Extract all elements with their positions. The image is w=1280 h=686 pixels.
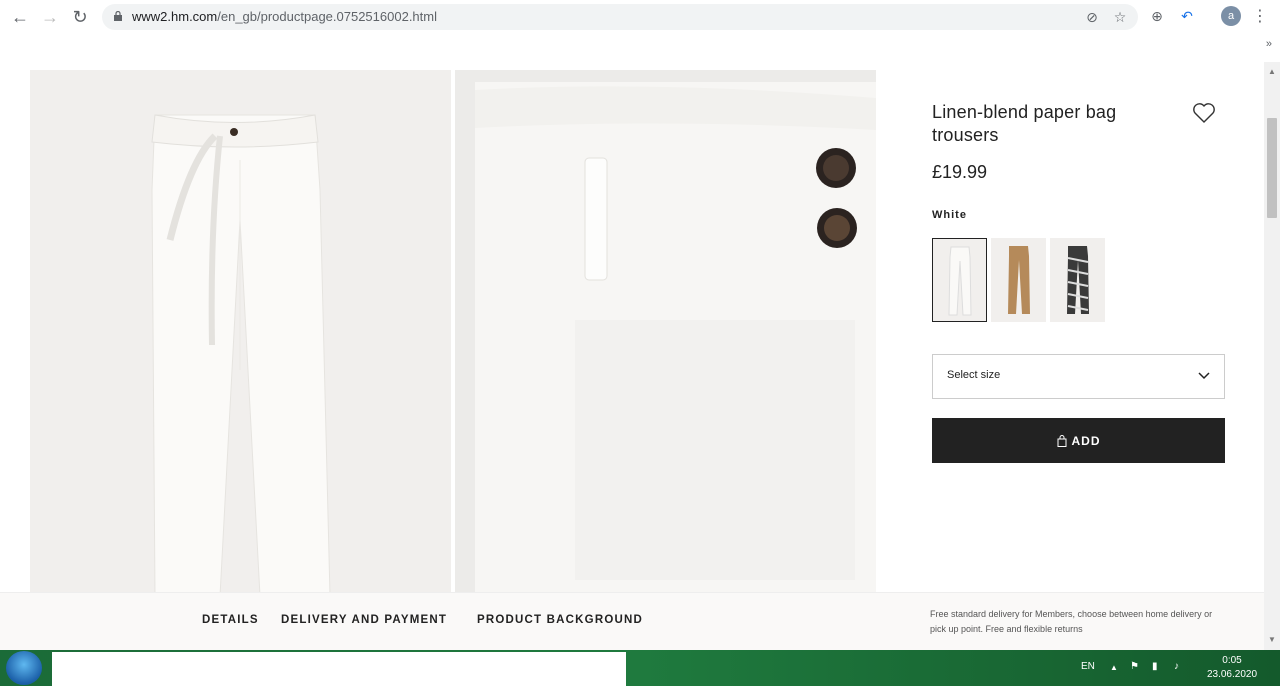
taskbar-window-preview[interactable]	[52, 652, 626, 686]
tab-product-background[interactable]: PRODUCT BACKGROUND	[477, 614, 643, 626]
tab-delivery-and-payment[interactable]: DELIVERY AND PAYMENT	[281, 614, 447, 626]
size-select[interactable]: Select size	[932, 354, 1225, 399]
scroll-up-icon[interactable]: ▲	[1268, 68, 1276, 76]
swatch-white-thumb	[948, 246, 972, 316]
back-icon[interactable]: ←	[9, 6, 31, 28]
clock-date: 23.06.2020	[1206, 669, 1258, 680]
flag-icon[interactable]: ⚑	[1130, 661, 1139, 672]
waistband-detail-illustration	[475, 82, 876, 596]
swatch-white[interactable]	[932, 238, 987, 322]
url-text[interactable]: www2.hm.com/en_gb/productpage.0752516002…	[132, 4, 437, 30]
lock-icon	[114, 11, 122, 21]
add-button-label: ADD	[1071, 433, 1101, 448]
product-image-front[interactable]	[30, 70, 451, 596]
avatar-letter: a	[1227, 10, 1235, 22]
language-indicator[interactable]: EN	[1081, 661, 1095, 672]
swatch-zebra-thumb	[1067, 246, 1089, 314]
delivery-note: Free standard delivery for Members, choo…	[930, 609, 1213, 634]
start-button[interactable]	[6, 651, 42, 685]
swatch-beige[interactable]	[991, 238, 1046, 322]
avatar[interactable]: a	[1221, 6, 1241, 26]
star-icon[interactable]: ☆	[1112, 9, 1128, 25]
signal-icon[interactable]: ▮	[1152, 661, 1158, 672]
clock[interactable]: 0:05 23.06.2020	[1200, 654, 1264, 682]
browser-toolbar: ← → ↻ www2.hm.com/en_gb/productpage.0752…	[0, 0, 1280, 34]
selected-color-name: White	[932, 209, 967, 221]
product-title: Linen-blend paper bag trousers	[932, 102, 1117, 145]
size-select-label: Select size	[947, 369, 1001, 381]
taskbar: EN ▲ ⚑ ▮ ♪ 0:05 23.06.2020	[0, 650, 1280, 686]
tab-details[interactable]: DETAILS	[202, 614, 259, 626]
trousers-illustration	[151, 114, 331, 596]
translate-icon[interactable]: ⊘	[1084, 9, 1100, 25]
product-tabs-bar: DETAILS DELIVERY AND PAYMENT PRODUCT BAC…	[0, 592, 1264, 650]
url-path: /en_gb/productpage.0752516002.html	[217, 9, 437, 24]
scroll-thumb[interactable]	[1267, 118, 1277, 218]
bookmarks-bar: »	[0, 34, 1280, 62]
clock-time: 0:05	[1222, 655, 1242, 666]
heart-icon[interactable]	[1192, 102, 1216, 124]
forward-icon[interactable]: →	[39, 6, 61, 28]
scroll-down-icon[interactable]: ▼	[1268, 636, 1276, 644]
swatch-zebra[interactable]	[1050, 238, 1105, 322]
globe-icon[interactable]: ⊕	[1148, 7, 1166, 25]
chevron-down-icon	[1198, 372, 1210, 380]
page-viewport: Linen-blend paper bag trousers £19.99 Wh…	[0, 62, 1280, 650]
kebab-icon[interactable]: ⋮	[1252, 6, 1268, 28]
swatch-beige-thumb	[1008, 246, 1030, 314]
product-price: £19.99	[932, 162, 988, 182]
volume-icon[interactable]: ♪	[1174, 661, 1179, 672]
color-swatches	[932, 238, 1105, 322]
scrollbar[interactable]: ▲ ▼	[1264, 62, 1280, 650]
double-chevron-icon[interactable]: »	[1266, 38, 1272, 50]
product-page: Linen-blend paper bag trousers £19.99 Wh…	[0, 62, 1264, 650]
tray-expand-icon[interactable]: ▲	[1110, 663, 1118, 672]
reload-icon[interactable]: ↻	[69, 6, 91, 28]
address-bar[interactable]: www2.hm.com/en_gb/productpage.0752516002…	[102, 4, 1138, 30]
add-to-bag-button[interactable]: ADD	[932, 418, 1225, 463]
url-host: www2.hm.com	[132, 9, 218, 24]
product-image-detail[interactable]	[455, 70, 876, 596]
undo-icon[interactable]: ↶	[1178, 7, 1196, 25]
bag-icon	[1057, 434, 1066, 447]
